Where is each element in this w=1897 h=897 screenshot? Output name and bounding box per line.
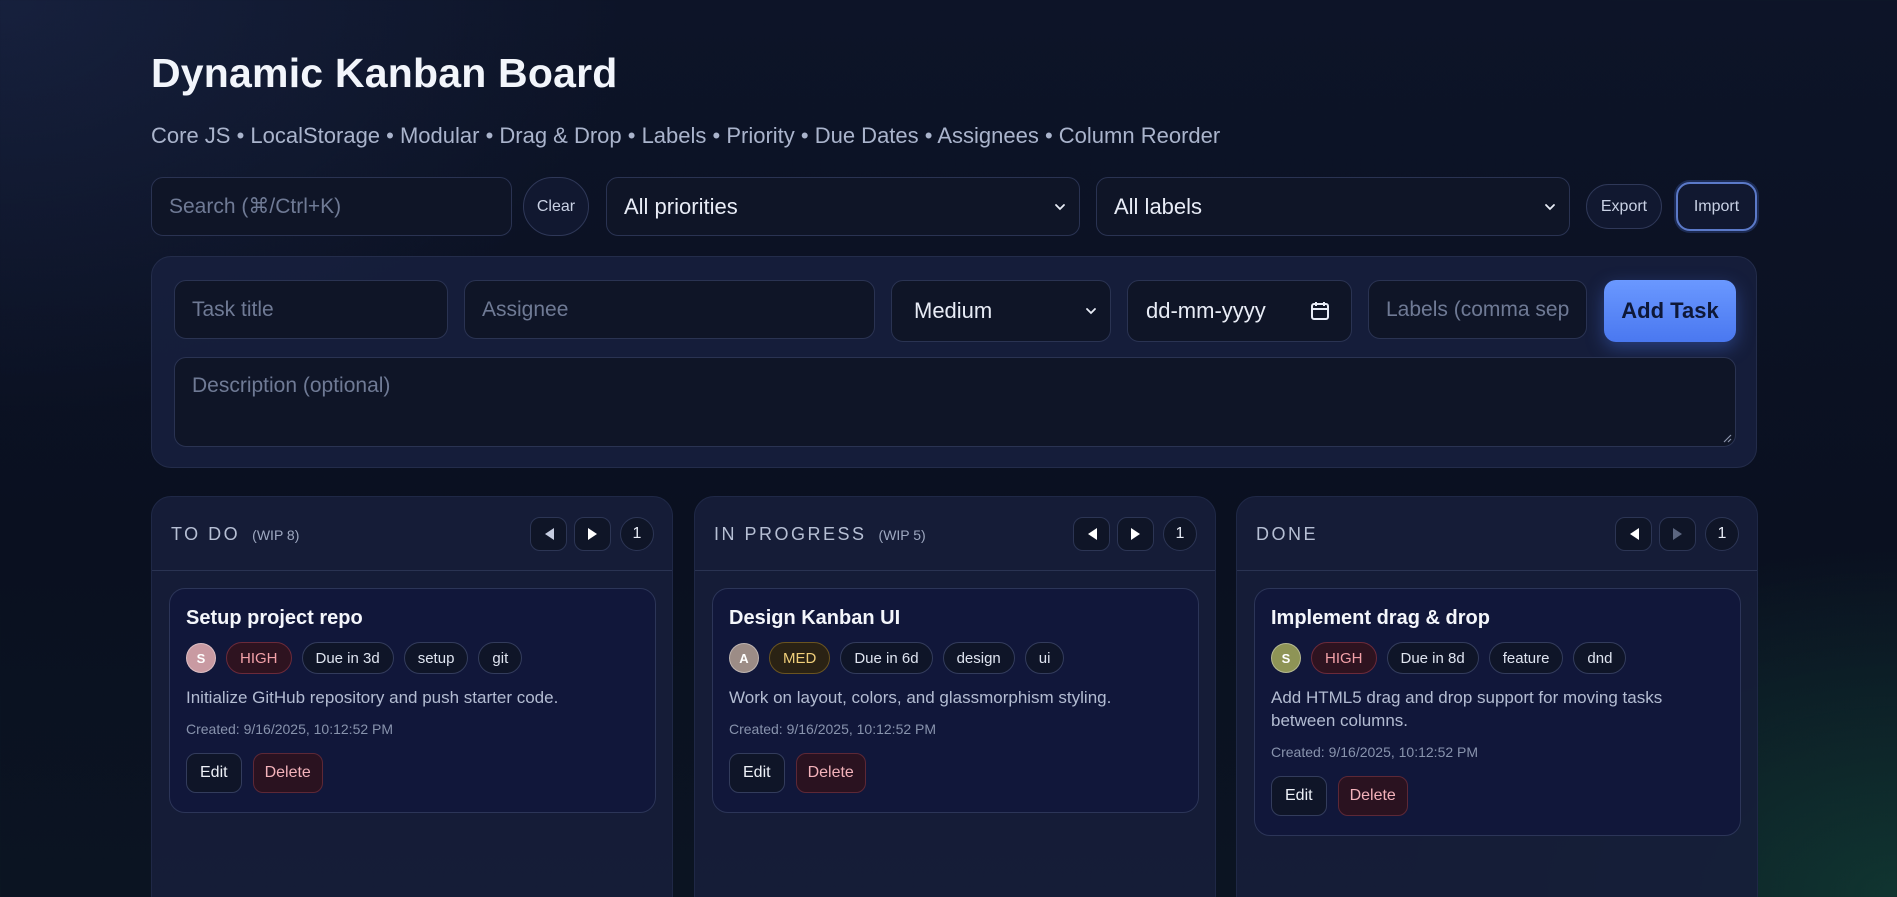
- task-count-badge: 1: [1163, 517, 1197, 551]
- task-created: Created: 9/16/2025, 10:12:52 PM: [1271, 744, 1479, 760]
- label-chip: design: [942, 642, 1015, 674]
- task-actions: Edit Delete: [186, 753, 323, 793]
- task-title: Setup project repo: [186, 607, 363, 629]
- import-button[interactable]: Import: [1676, 182, 1757, 231]
- move-left-button[interactable]: [1615, 517, 1652, 551]
- chevron-down-icon: [1086, 308, 1096, 315]
- column-title: DONE: [1256, 524, 1330, 545]
- assignee-placeholder: Assignee: [482, 297, 569, 321]
- avatar: S: [186, 643, 216, 673]
- search-placeholder: Search (⌘/Ctrl+K): [169, 195, 342, 218]
- task-count-badge: 1: [1705, 517, 1739, 551]
- column-title-text: IN PROGRESS: [714, 524, 867, 544]
- task-title: Implement drag & drop: [1271, 607, 1490, 629]
- column-title: TO DO (WIP 8): [171, 524, 299, 545]
- export-button[interactable]: Export: [1586, 184, 1662, 229]
- task-chips: S HIGH Due in 8d feature dnd: [1271, 641, 1636, 675]
- triangle-right-icon: [1130, 528, 1140, 540]
- description-textarea[interactable]: Description (optional): [174, 357, 1736, 447]
- due-badge: Due in 8d: [1386, 642, 1479, 674]
- task-created: Created: 9/16/2025, 10:12:52 PM: [186, 721, 394, 737]
- priority-badge: HIGH: [1311, 642, 1377, 674]
- page-title: Dynamic Kanban Board: [151, 50, 618, 96]
- delete-button[interactable]: Delete: [795, 753, 866, 793]
- page-subtitle: Core JS • LocalStorage • Modular • Drag …: [151, 123, 1221, 148]
- add-task-button[interactable]: Add Task: [1604, 280, 1736, 342]
- priority-badge: MED: [769, 642, 831, 674]
- task-chips: S HIGH Due in 3d setup git: [186, 641, 532, 675]
- task-title-input[interactable]: Task title: [174, 280, 448, 339]
- move-right-button[interactable]: [574, 517, 611, 551]
- priority-select[interactable]: Medium: [891, 280, 1111, 342]
- description-placeholder: Description (optional): [192, 374, 391, 397]
- label-chip: setup: [403, 642, 469, 674]
- move-right-button[interactable]: [1117, 517, 1154, 551]
- column-header[interactable]: DONE 1: [1237, 497, 1757, 571]
- task-chips: A MED Due in 6d design ui: [729, 641, 1074, 675]
- wip-limit: (WIP 5): [878, 527, 926, 543]
- clear-button[interactable]: Clear: [523, 177, 589, 236]
- task-description: Work on layout, colors, and glassmorphis…: [729, 688, 1112, 707]
- task-description: Add HTML5 drag and drop support for movi…: [1271, 688, 1663, 730]
- label-filter-select[interactable]: All labels: [1096, 177, 1570, 236]
- triangle-left-icon: [1629, 528, 1639, 540]
- calendar-icon[interactable]: [1309, 300, 1331, 322]
- triangle-right-icon: [1672, 528, 1682, 540]
- task-created: Created: 9/16/2025, 10:12:52 PM: [729, 721, 937, 737]
- search-input[interactable]: Search (⌘/Ctrl+K): [151, 177, 512, 236]
- column-in-progress[interactable]: IN PROGRESS (WIP 5) 1 Design Kanban UI A …: [694, 496, 1216, 897]
- task-card[interactable]: Design Kanban UI A MED Due in 6d design …: [712, 588, 1199, 813]
- chevron-down-icon: [1055, 203, 1065, 210]
- task-title: Design Kanban UI: [729, 607, 901, 629]
- triangle-right-icon: [587, 528, 597, 540]
- task-title-placeholder: Task title: [192, 297, 274, 321]
- triangle-left-icon: [1087, 528, 1097, 540]
- column-todo[interactable]: TO DO (WIP 8) 1 Setup project repo S HIGH…: [151, 496, 673, 897]
- priority-filter-value: All priorities: [624, 193, 738, 219]
- add-task-form: Task title Assignee Medium dd-mm-yyyy La…: [151, 256, 1757, 468]
- priority-badge: HIGH: [226, 642, 292, 674]
- label-filter-value: All labels: [1114, 193, 1203, 219]
- task-actions: Edit Delete: [729, 753, 866, 793]
- due-date-placeholder: dd-mm-yyyy: [1146, 298, 1266, 323]
- due-badge: Due in 3d: [301, 642, 394, 674]
- column-title: IN PROGRESS (WIP 5): [714, 524, 926, 545]
- column-title-text: DONE: [1256, 524, 1319, 544]
- edit-button[interactable]: Edit: [729, 753, 785, 793]
- task-card[interactable]: Implement drag & drop S HIGH Due in 8d f…: [1254, 588, 1741, 836]
- delete-button[interactable]: Delete: [252, 753, 323, 793]
- triangle-left-icon: [544, 528, 554, 540]
- label-chip: ui: [1024, 642, 1065, 674]
- priority-filter-select[interactable]: All priorities: [606, 177, 1080, 236]
- resize-handle-icon[interactable]: [1722, 433, 1732, 443]
- avatar: A: [729, 643, 759, 673]
- column-header[interactable]: IN PROGRESS (WIP 5) 1: [695, 497, 1215, 571]
- delete-button[interactable]: Delete: [1337, 776, 1408, 816]
- column-done[interactable]: DONE 1 Implement drag & drop S HIGH Due …: [1236, 496, 1758, 897]
- move-left-button[interactable]: [530, 517, 567, 551]
- assignee-input[interactable]: Assignee: [464, 280, 875, 339]
- priority-select-value: Medium: [914, 298, 993, 323]
- label-chip: dnd: [1573, 642, 1627, 674]
- toolbar: Search (⌘/Ctrl+K) Clear All priorities A…: [151, 177, 1757, 236]
- avatar: S: [1271, 643, 1301, 673]
- chevron-down-icon: [1545, 203, 1555, 210]
- column-title-text: TO DO: [171, 524, 241, 544]
- labels-input[interactable]: Labels (comma sep: [1368, 280, 1587, 339]
- move-left-button[interactable]: [1073, 517, 1110, 551]
- label-chip: feature: [1488, 642, 1564, 674]
- labels-placeholder: Labels (comma sep: [1386, 297, 1570, 321]
- edit-button[interactable]: Edit: [186, 753, 242, 793]
- due-date-input[interactable]: dd-mm-yyyy: [1127, 280, 1352, 342]
- column-header[interactable]: TO DO (WIP 8) 1: [152, 497, 672, 571]
- edit-button[interactable]: Edit: [1271, 776, 1327, 816]
- task-description: Initialize GitHub repository and push st…: [186, 688, 559, 707]
- move-right-button[interactable]: [1659, 517, 1696, 551]
- label-chip: git: [478, 642, 523, 674]
- task-actions: Edit Delete: [1271, 776, 1408, 816]
- wip-limit: (WIP 8): [252, 527, 300, 543]
- task-card[interactable]: Setup project repo S HIGH Due in 3d setu…: [169, 588, 656, 813]
- task-count-badge: 1: [620, 517, 654, 551]
- due-badge: Due in 6d: [840, 642, 933, 674]
